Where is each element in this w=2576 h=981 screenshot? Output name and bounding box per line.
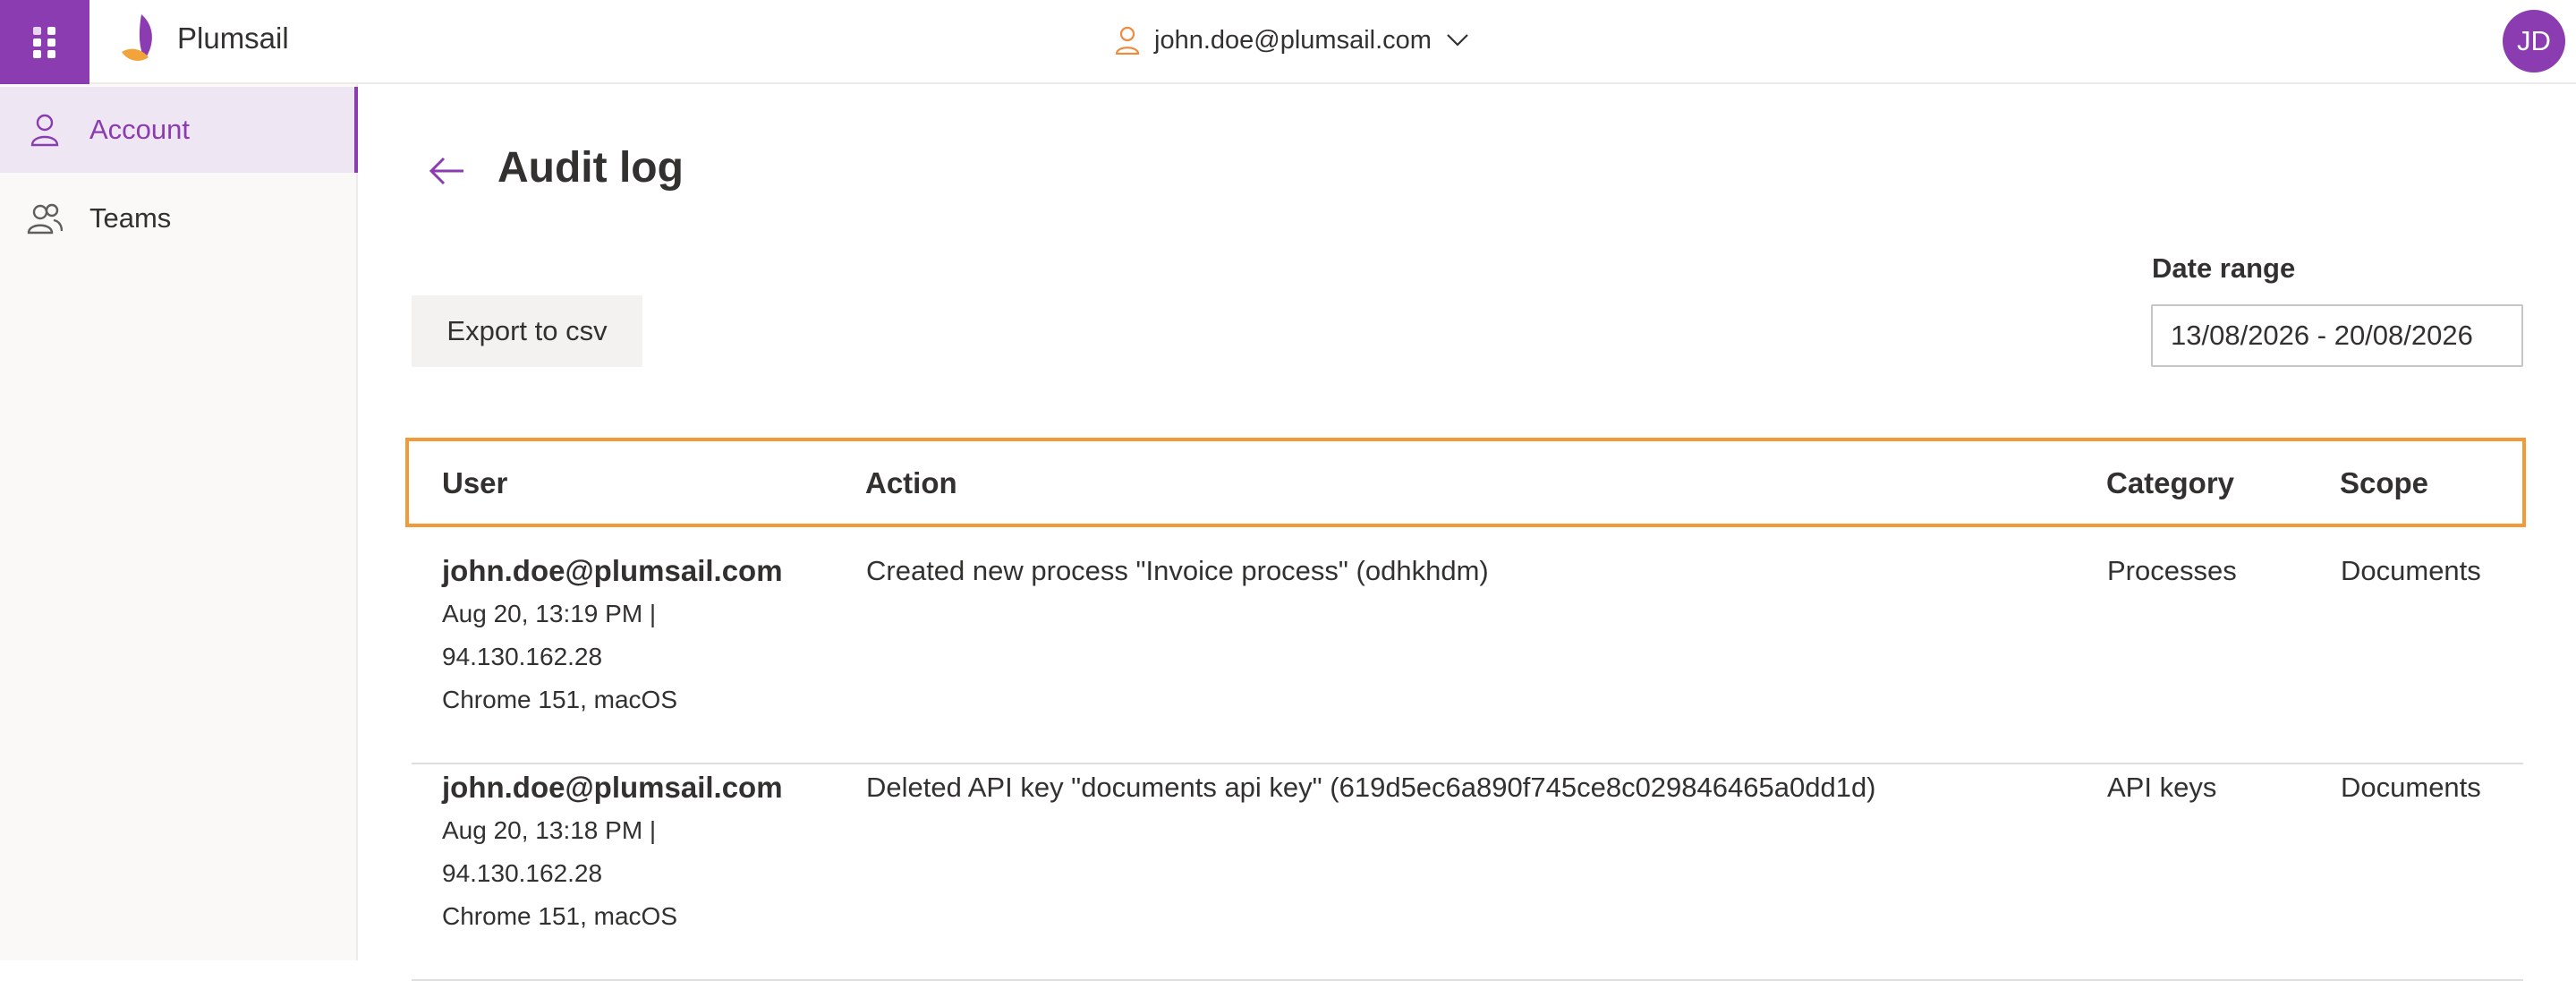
arrow-left-icon [429, 157, 463, 185]
action-cell: Created new process "Invoice process" (o… [866, 555, 1489, 586]
column-header-category[interactable]: Category [2106, 466, 2234, 500]
user-email: john.doe@plumsail.com [442, 771, 783, 804]
people-icon [27, 200, 63, 236]
brand-name: Plumsail [177, 21, 289, 55]
ip-address: 94.130.162.28 [442, 859, 603, 887]
user-agent: Chrome 151, macOS [442, 902, 677, 930]
waffle-icon [33, 27, 55, 58]
top-bar: Plumsail john.doe@plumsail.com JD [0, 0, 2576, 84]
page-title: Audit log [497, 144, 684, 192]
scope-cell: Documents [2341, 555, 2481, 586]
sidebar-item-label: Account [89, 114, 191, 145]
person-icon [27, 112, 63, 148]
column-header-scope[interactable]: Scope [2340, 466, 2428, 500]
scope-cell: Documents [2341, 772, 2481, 803]
chevron-down-icon [1446, 33, 1469, 47]
action-cell: Deleted API key "documents api key" (619… [866, 772, 1876, 803]
column-header-user[interactable]: User [442, 466, 507, 500]
table-row[interactable]: john.doe@plumsail.com Aug 20, 13:19 PM |… [412, 550, 2523, 764]
user-cell: john.doe@plumsail.com Aug 20, 13:18 PM |… [442, 766, 783, 938]
avatar-initials: JD [2517, 25, 2551, 56]
avatar[interactable]: JD [2503, 10, 2565, 73]
table-row[interactable]: john.doe@plumsail.com Aug 20, 13:18 PM |… [412, 766, 2523, 981]
account-switcher[interactable]: john.doe@plumsail.com [1115, 20, 1469, 61]
back-button[interactable] [428, 152, 465, 190]
event-time: Aug 20, 13:18 PM | [442, 816, 657, 844]
ip-address: 94.130.162.28 [442, 643, 603, 670]
event-time: Aug 20, 13:19 PM | [442, 600, 657, 627]
user-agent: Chrome 151, macOS [442, 686, 677, 713]
category-cell: API keys [2107, 772, 2217, 803]
column-header-action[interactable]: Action [865, 466, 957, 500]
user-icon [1115, 26, 1140, 55]
date-range-input[interactable] [2151, 304, 2523, 367]
sidebar-item-teams[interactable]: Teams [0, 175, 358, 261]
sidebar-item-account[interactable]: Account [0, 87, 358, 173]
date-range-label: Date range [2152, 252, 2296, 284]
sidebar: Account Teams [0, 84, 358, 960]
plumsail-logo-icon [118, 13, 159, 64]
app-launcher-button[interactable] [0, 0, 89, 84]
table-header: User Action Category Scope [405, 438, 2526, 527]
user-cell: john.doe@plumsail.com Aug 20, 13:19 PM |… [442, 550, 783, 721]
user-email: john.doe@plumsail.com [442, 554, 783, 587]
sidebar-item-label: Teams [89, 202, 172, 234]
category-cell: Processes [2107, 555, 2237, 586]
account-email: john.doe@plumsail.com [1154, 25, 1432, 55]
export-csv-button[interactable]: Export to csv [412, 295, 642, 367]
